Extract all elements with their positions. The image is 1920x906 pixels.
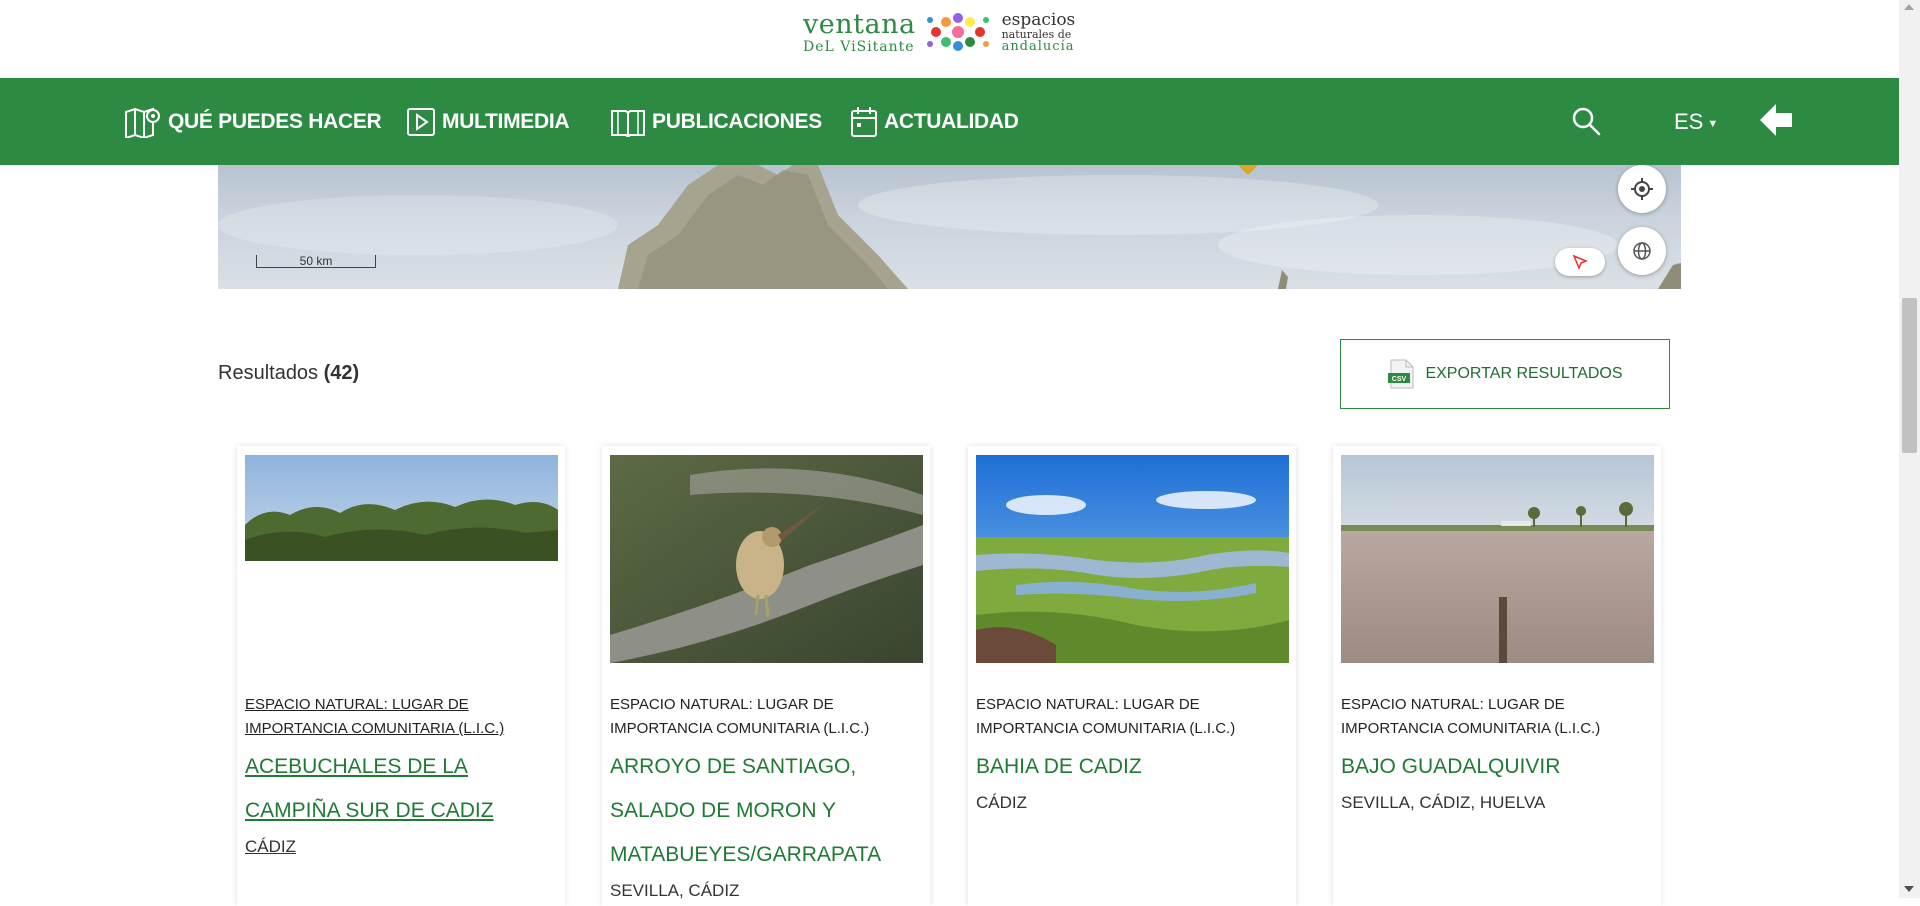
crosshair-icon bbox=[1631, 178, 1653, 200]
result-card[interactable]: ESPACIO NATURAL: LUGAR DE IMPORTANCIA CO… bbox=[237, 446, 565, 906]
card-image bbox=[1341, 455, 1654, 663]
card-text: ESPACIO NATURAL: LUGAR DE IMPORTANCIA CO… bbox=[1341, 693, 1651, 815]
map-view[interactable]: 50 km bbox=[218, 165, 1681, 289]
search-icon[interactable] bbox=[1571, 106, 1601, 136]
card-province: SEVILLA, CÁDIZ, HUELVA bbox=[1341, 793, 1546, 812]
results-label: Resultados bbox=[218, 362, 319, 384]
nav-item-que-puedes-hacer[interactable]: QUÉ PUEDES HACER bbox=[124, 78, 382, 165]
scrollbar-thumb[interactable] bbox=[1902, 298, 1917, 453]
scroll-up-icon[interactable] bbox=[1904, 4, 1914, 10]
globe-icon bbox=[1633, 242, 1651, 260]
book-icon bbox=[611, 109, 645, 137]
card-text: ESPACIO NATURAL: LUGAR DE IMPORTANCIA CO… bbox=[610, 693, 920, 903]
basemap-button[interactable] bbox=[1618, 227, 1666, 275]
card-province: CÁDIZ bbox=[245, 837, 296, 856]
header-logo-bar: ventana DeL ViSitante espacios naturales… bbox=[0, 0, 1899, 78]
site-logo[interactable]: ventana DeL ViSitante espacios naturales… bbox=[803, 10, 1075, 54]
logo-ventana-text: ventana DeL ViSitante bbox=[803, 11, 916, 54]
card-province: CÁDIZ bbox=[976, 793, 1027, 812]
export-results-button[interactable]: CSV EXPORTAR RESULTADOS bbox=[1340, 339, 1670, 409]
nav-label: QUÉ PUEDES HACER bbox=[168, 109, 382, 133]
card-province: SEVILLA, CÁDIZ bbox=[610, 881, 740, 900]
card-text: ESPACIO NATURAL: LUGAR DE IMPORTANCIA CO… bbox=[245, 693, 555, 859]
logo-naturales-de: naturales de bbox=[1001, 27, 1072, 41]
map-terrain bbox=[218, 165, 1681, 289]
language-label: ES bbox=[1674, 108, 1704, 134]
card-image bbox=[245, 455, 558, 561]
caret-down-icon: ▼ bbox=[1707, 117, 1719, 130]
card-title[interactable]: BAJO GUADALQUIVIR bbox=[1341, 745, 1651, 789]
card-title[interactable]: ARROYO DE SANTIAGO, SALADO DE MORON Y MA… bbox=[610, 745, 920, 877]
calendar-icon bbox=[851, 106, 877, 137]
locate-button[interactable] bbox=[1618, 165, 1666, 213]
card-title[interactable]: ACEBUCHALES DE LA CAMPIÑA SUR DE CADIZ bbox=[245, 745, 555, 833]
results-count: (42) bbox=[323, 362, 360, 384]
language-selector[interactable]: ES ▼ bbox=[1674, 78, 1718, 165]
csv-icon-text: CSV bbox=[1392, 376, 1407, 383]
card-category: ESPACIO NATURAL: LUGAR DE IMPORTANCIA CO… bbox=[610, 696, 870, 737]
scroll-down-icon[interactable] bbox=[1904, 886, 1914, 892]
logo-espacios: espacios bbox=[1001, 9, 1076, 30]
logo-flower-icon bbox=[926, 13, 989, 51]
map-pin-icon bbox=[125, 107, 160, 138]
arrow-left-icon[interactable] bbox=[1756, 98, 1796, 142]
card-category: ESPACIO NATURAL: LUGAR DE IMPORTANCIA CO… bbox=[976, 696, 1236, 737]
card-image bbox=[976, 455, 1289, 663]
nav-item-multimedia[interactable]: MULTIMEDIA bbox=[406, 78, 570, 165]
result-card[interactable]: ESPACIO NATURAL: LUGAR DE IMPORTANCIA CO… bbox=[968, 446, 1296, 906]
play-icon bbox=[407, 107, 435, 136]
nav-label: MULTIMEDIA bbox=[442, 109, 570, 133]
card-text: ESPACIO NATURAL: LUGAR DE IMPORTANCIA CO… bbox=[976, 693, 1286, 815]
cursor-select-icon bbox=[1572, 254, 1588, 270]
card-title[interactable]: BAHIA DE CADIZ bbox=[976, 745, 1286, 789]
nav-item-publicaciones[interactable]: PUBLICACIONES bbox=[610, 78, 822, 165]
nav-label: ACTUALIDAD bbox=[884, 109, 1019, 133]
logo-del-visitante: DeL ViSitante bbox=[803, 38, 915, 55]
card-image bbox=[610, 455, 923, 663]
csv-file-icon: CSV bbox=[1387, 359, 1415, 389]
logo-espacios-text: espacios naturales de andalucía bbox=[1001, 9, 1076, 54]
nav-item-actualidad[interactable]: ACTUALIDAD bbox=[850, 78, 1019, 165]
result-card[interactable]: ESPACIO NATURAL: LUGAR DE IMPORTANCIA CO… bbox=[1333, 446, 1661, 906]
select-tool-button[interactable] bbox=[1555, 248, 1605, 276]
page-scrollbar[interactable] bbox=[1899, 0, 1920, 898]
logo-ventana: ventana bbox=[803, 8, 916, 40]
results-heading: Resultados (42) bbox=[218, 362, 359, 385]
nav-label: PUBLICACIONES bbox=[652, 109, 822, 133]
main-nav: QUÉ PUEDES HACER MULTIMEDIA PUBLICACIONE… bbox=[0, 78, 1899, 165]
card-category: ESPACIO NATURAL: LUGAR DE IMPORTANCIA CO… bbox=[1341, 696, 1601, 737]
card-category: ESPACIO NATURAL: LUGAR DE IMPORTANCIA CO… bbox=[245, 696, 505, 737]
map-scale: 50 km bbox=[256, 255, 376, 268]
result-card[interactable]: ESPACIO NATURAL: LUGAR DE IMPORTANCIA CO… bbox=[602, 446, 930, 906]
export-label: EXPORTAR RESULTADOS bbox=[1425, 365, 1623, 382]
logo-andalucia: andalucía bbox=[1001, 38, 1075, 54]
